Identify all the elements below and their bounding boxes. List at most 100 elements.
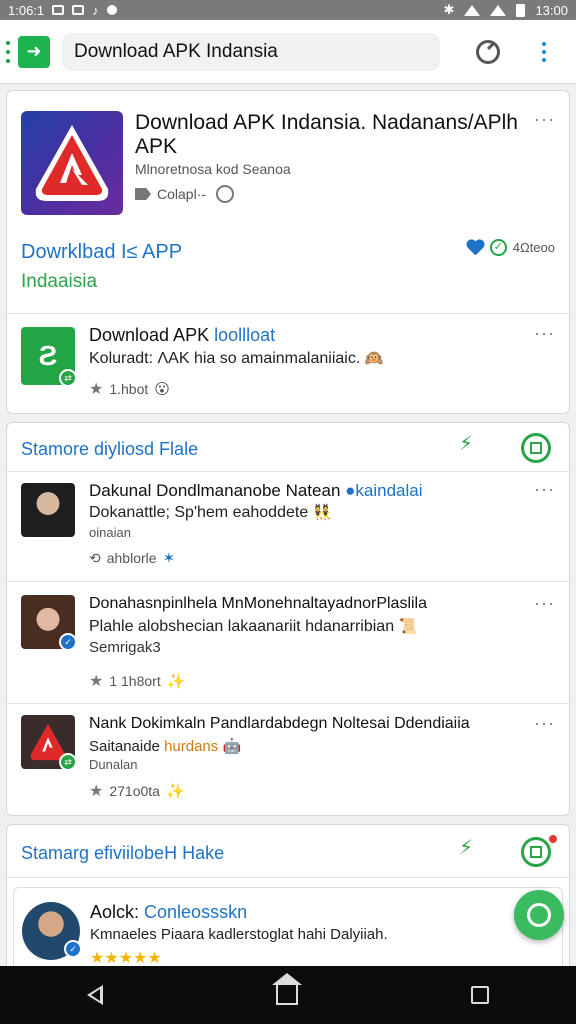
list-item-title-main: Nank Dokimkaln Pandlardabdegn Noltesai D… [89,715,470,732]
menu-icon[interactable] [6,40,10,63]
verified-badge-icon: ✓ [59,633,77,651]
back-icon[interactable] [86,985,103,1005]
share-icon[interactable]: ⟲ [89,550,101,567]
search-input[interactable]: Download APK Indansia [62,32,440,71]
app-stats-value: 4Ωteoo [512,240,555,255]
list-item-meta: ★ 1 1h8ort ✨ [89,671,185,691]
list-item-description: Plahle alobshecian lakaanariit hdanarrib… [89,617,417,636]
more-options-icon[interactable]: ··· [534,713,555,734]
hero-card[interactable]: Download APK Indansia. Nadanans/APlh APK… [6,90,570,414]
divider [7,703,569,704]
status-time-right: 13:00 [535,2,568,18]
more-options-icon[interactable]: ··· [534,323,555,344]
emoji-icon: ✨ [166,673,186,690]
grid-toggle-icon[interactable] [521,433,551,463]
featured-title-main: Download APK [89,325,215,345]
app-title: Download APK Indansia. Nadanans/APlh APK [135,111,518,158]
emoji-icon: ✨ [165,783,185,800]
battery-icon [516,3,526,17]
section-card-1: Stamore diyliosd Flale ⚡ Dakunal Dondlma… [6,422,570,816]
star-icon: ★ [89,783,104,800]
list-item-meta: ★ 271o0ta ✨ [89,781,185,801]
section-title[interactable]: Stamore diyliosd Flale [21,439,198,460]
message-icon [52,5,65,15]
status-bar: 1:06:1 ♪ ✱ 13:00 [0,0,576,20]
featured-title[interactable]: Download APK loollloat [89,325,275,346]
system-nav-bar [0,966,576,1024]
floating-action-button[interactable] [514,890,564,940]
clock-icon [216,185,235,203]
list-item-title[interactable]: Aolck: Conleossskn [90,902,247,923]
list-item-title[interactable]: Nank Dokimkaln Pandlardabdegn Noltesai D… [89,715,470,733]
list-item-caption: oinaian [89,525,131,540]
more-options-icon[interactable]: ··· [534,109,555,130]
rating-stars: ★★★★★ [90,950,162,967]
notification-dot-icon [547,833,559,845]
bolt-icon[interactable]: ⚡ [459,835,473,860]
more-options-icon[interactable]: ··· [534,479,555,500]
list-item[interactable]: ✓ Aolck: Conleossskn Kmnaeles Piaara kad… [13,887,563,977]
top-app-bar: ➜ Download APK Indansia [0,20,576,84]
list-item-description-text: Plahle alobshecian lakaanariit hdanarrib… [89,618,395,635]
featured-title-accent: loollloat [214,325,276,345]
compass-icon [527,903,551,927]
list-item-meta-value: ahblorle [106,550,157,566]
list-item-meta-value: 1 1h8ort [109,673,161,689]
verified-icon: ● [345,481,356,500]
list-item-description-text: Dokanattle; Sp'hem eahoddete [89,504,309,521]
divider [7,313,569,314]
notification-icon [72,5,85,15]
list-item-meta-value: 271o0ta [109,783,160,799]
list-item-meta: ⟲ ahblorle ✶ [89,549,176,568]
featured-meta: ★ 1.hbot 😮 [89,379,170,399]
overflow-menu-icon[interactable] [542,41,546,62]
sparkle-icon: ✶ [162,550,176,567]
app-logo-icon[interactable]: ➜ [18,35,50,68]
section-title[interactable]: Stamarg efiviilobeH Hake [21,843,224,864]
list-item-caption: Semrigak3 [89,639,161,656]
list-item-title-main: Aolck: [90,902,145,922]
app-icon[interactable] [21,111,123,215]
recent-apps-icon[interactable] [471,986,490,1004]
grid-toggle-icon[interactable] [521,837,551,867]
emoji-icon: 🤖 [222,738,242,755]
featured-meta-value: 1.hbot [109,381,149,397]
status-time-left: 1:06:1 [8,2,45,18]
list-item-description-text: Saitanaide [89,738,165,755]
app-subtitle: Mlnoretnosa kod Seanoa [135,161,291,177]
more-options-icon[interactable]: ··· [534,593,555,614]
list-item-description: Kmnaeles Piaara kadlerstoglat hahi Dalyi… [90,926,388,943]
tag-icon [135,188,151,200]
emoji-icon: 😮 [154,381,170,398]
list-item-title[interactable]: Dakunal Dondlmananobe Natean ●kaindalai [89,481,423,501]
list-item-title-accent: kaindalai [355,481,423,500]
search-input-value: Download APK Indansia [74,40,278,62]
divider [7,877,569,878]
refresh-icon[interactable] [476,39,500,64]
download-app-link[interactable]: Dowrklbad I≤ APP [21,241,182,264]
avatar[interactable] [21,483,75,537]
heart-icon[interactable] [466,240,484,256]
emoji-icon: 🙉 [364,350,384,367]
featured-description-text: Koluradt: ΛAK hia so amainmalaniiaic. [89,350,361,367]
region-label: Indaaisia [21,271,98,292]
app-stats: ✓ 4Ωteoo [466,239,555,256]
verified-check-icon: ✓ [489,239,507,256]
bluetooth-icon: ✱ [443,2,455,17]
signal-icon [490,4,507,16]
music-icon: ♪ [92,2,99,18]
list-item-description: Saitanaide hurdans 🤖 [89,737,241,755]
section-card-2: Stamarg efiviilobeH Hake ⚡ ✓ Aolck: Conl… [6,824,570,977]
list-item-description: Dokanattle; Sp'hem eahoddete 👯 [89,503,331,522]
divider [7,471,569,472]
star-icon: ★ [89,381,104,398]
bolt-icon[interactable]: ⚡ [459,431,473,456]
featured-description: Koluradt: ΛAK hia so amainmalaniiaic. 🙉 [89,349,383,368]
list-item-title-main: Donahasnpinlhela MnMonehnaltayadnorPlasl… [89,595,427,612]
star-icon: ★ [89,673,104,690]
list-item-title-main: Dakunal Dondlmananobe Natean [89,481,346,500]
brand-logo-icon [35,125,109,201]
list-item-title[interactable]: Donahasnpinlhela MnMonehnaltayadnorPlasl… [89,595,427,613]
install-badge-icon: ⇄ [59,753,77,771]
home-icon[interactable] [271,973,302,1005]
